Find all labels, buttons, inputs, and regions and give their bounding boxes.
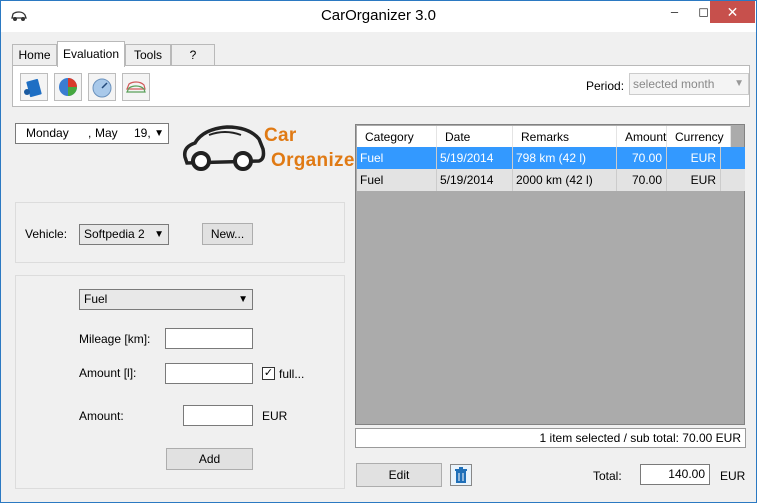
tab-help[interactable]: ? xyxy=(171,44,215,66)
evaluation-toolbar: Period: selected month ▼ xyxy=(12,65,750,107)
date-day: 19, xyxy=(134,126,151,140)
column-header-amount[interactable]: Amount xyxy=(617,126,667,148)
period-select[interactable]: selected month ▼ xyxy=(629,73,749,95)
entry-group: Fuel ▼ Mileage [km]: Amount [l]: ✓ full.… xyxy=(15,275,345,489)
category-value: Fuel xyxy=(84,292,108,306)
cell-currency: EUR xyxy=(667,169,721,191)
chevron-down-icon: ▼ xyxy=(154,229,164,240)
window-title: CarOrganizer 3.0 xyxy=(320,7,437,24)
minimize-button[interactable]: – xyxy=(660,1,689,23)
trash-icon[interactable] xyxy=(450,464,472,486)
add-button[interactable]: Add xyxy=(166,448,253,470)
total-value: 140.00 xyxy=(640,464,710,485)
new-vehicle-button[interactable]: New... xyxy=(202,223,253,245)
period-label: Period: xyxy=(586,79,625,93)
entries-table: Category Date Remarks Amount Currency Fu… xyxy=(355,124,745,425)
total-currency: EUR xyxy=(720,469,746,483)
vehicle-select[interactable]: Softpedia 2 ▼ xyxy=(79,224,169,245)
logo-text-car: Car xyxy=(264,125,297,146)
column-header-category[interactable]: Category xyxy=(357,126,437,148)
table-row[interactable]: Fuel 5/19/2014 2000 km (42 l) 70.00 EUR xyxy=(357,169,745,191)
chevron-down-icon[interactable]: ▼ xyxy=(154,124,164,143)
close-button[interactable]: ✕ xyxy=(710,1,755,23)
amount-liters-label: Amount [l]: xyxy=(79,366,137,380)
fuel-icon[interactable] xyxy=(20,73,48,101)
tab-home[interactable]: Home xyxy=(12,44,57,66)
date-day-name: Monday xyxy=(26,126,69,140)
category-select[interactable]: Fuel ▼ xyxy=(79,289,253,310)
amount-label: Amount: xyxy=(79,409,124,423)
vehicle-value: Softpedia 2 xyxy=(84,227,145,241)
column-header-currency[interactable]: Currency xyxy=(667,126,731,148)
full-label: full... xyxy=(279,367,305,381)
cell-date: 5/19/2014 xyxy=(437,169,513,191)
total-label: Total: xyxy=(593,469,622,483)
cell-currency: EUR xyxy=(667,147,721,169)
mileage-label: Mileage [km]: xyxy=(79,332,151,346)
vehicle-group: Vehicle: Softpedia 2 ▼ New... xyxy=(15,202,345,263)
pie-chart-icon[interactable] xyxy=(54,73,82,101)
amount-input[interactable] xyxy=(183,405,253,426)
cell-amount: 70.00 xyxy=(617,147,667,169)
cell-amount: 70.00 xyxy=(617,169,667,191)
date-picker[interactable]: Monday , May 19, ▼ xyxy=(15,123,169,144)
selection-status: 1 item selected / sub total: 70.00 EUR xyxy=(355,428,746,448)
amount-liters-input[interactable] xyxy=(165,363,253,384)
mileage-input[interactable] xyxy=(165,328,253,349)
amount-currency: EUR xyxy=(262,409,288,423)
edit-button[interactable]: Edit xyxy=(356,463,442,487)
logo-text-organizer: Organizer xyxy=(271,150,363,171)
date-separator: , xyxy=(88,126,92,140)
column-header-date[interactable]: Date xyxy=(437,126,513,148)
cell-category: Fuel xyxy=(357,169,437,191)
chevron-down-icon: ▼ xyxy=(734,78,744,89)
cell-category: Fuel xyxy=(357,147,437,169)
table-row[interactable]: Fuel 5/19/2014 798 km (42 l) 70.00 EUR xyxy=(357,147,745,169)
full-checkbox[interactable]: ✓ xyxy=(262,367,275,380)
tab-tools[interactable]: Tools xyxy=(125,44,171,66)
period-value: selected month xyxy=(633,77,715,91)
chevron-down-icon: ▼ xyxy=(238,294,248,305)
vehicle-label: Vehicle: xyxy=(25,227,68,241)
cell-remarks: 798 km (42 l) xyxy=(513,147,617,169)
cell-date: 5/19/2014 xyxy=(437,147,513,169)
cell-remarks: 2000 km (42 l) xyxy=(513,169,617,191)
main-window: CarOrganizer 3.0 – ◻ ✕ Home Evaluation T… xyxy=(0,0,757,503)
car-compare-icon[interactable] xyxy=(122,73,150,101)
tab-evaluation[interactable]: Evaluation xyxy=(57,41,125,67)
date-month: May xyxy=(95,126,118,140)
title-bar: CarOrganizer 3.0 – ◻ ✕ xyxy=(1,1,756,32)
column-header-remarks[interactable]: Remarks xyxy=(513,126,617,148)
table-header: Category Date Remarks Amount Currency xyxy=(357,126,731,148)
speedometer-icon[interactable] xyxy=(88,73,116,101)
